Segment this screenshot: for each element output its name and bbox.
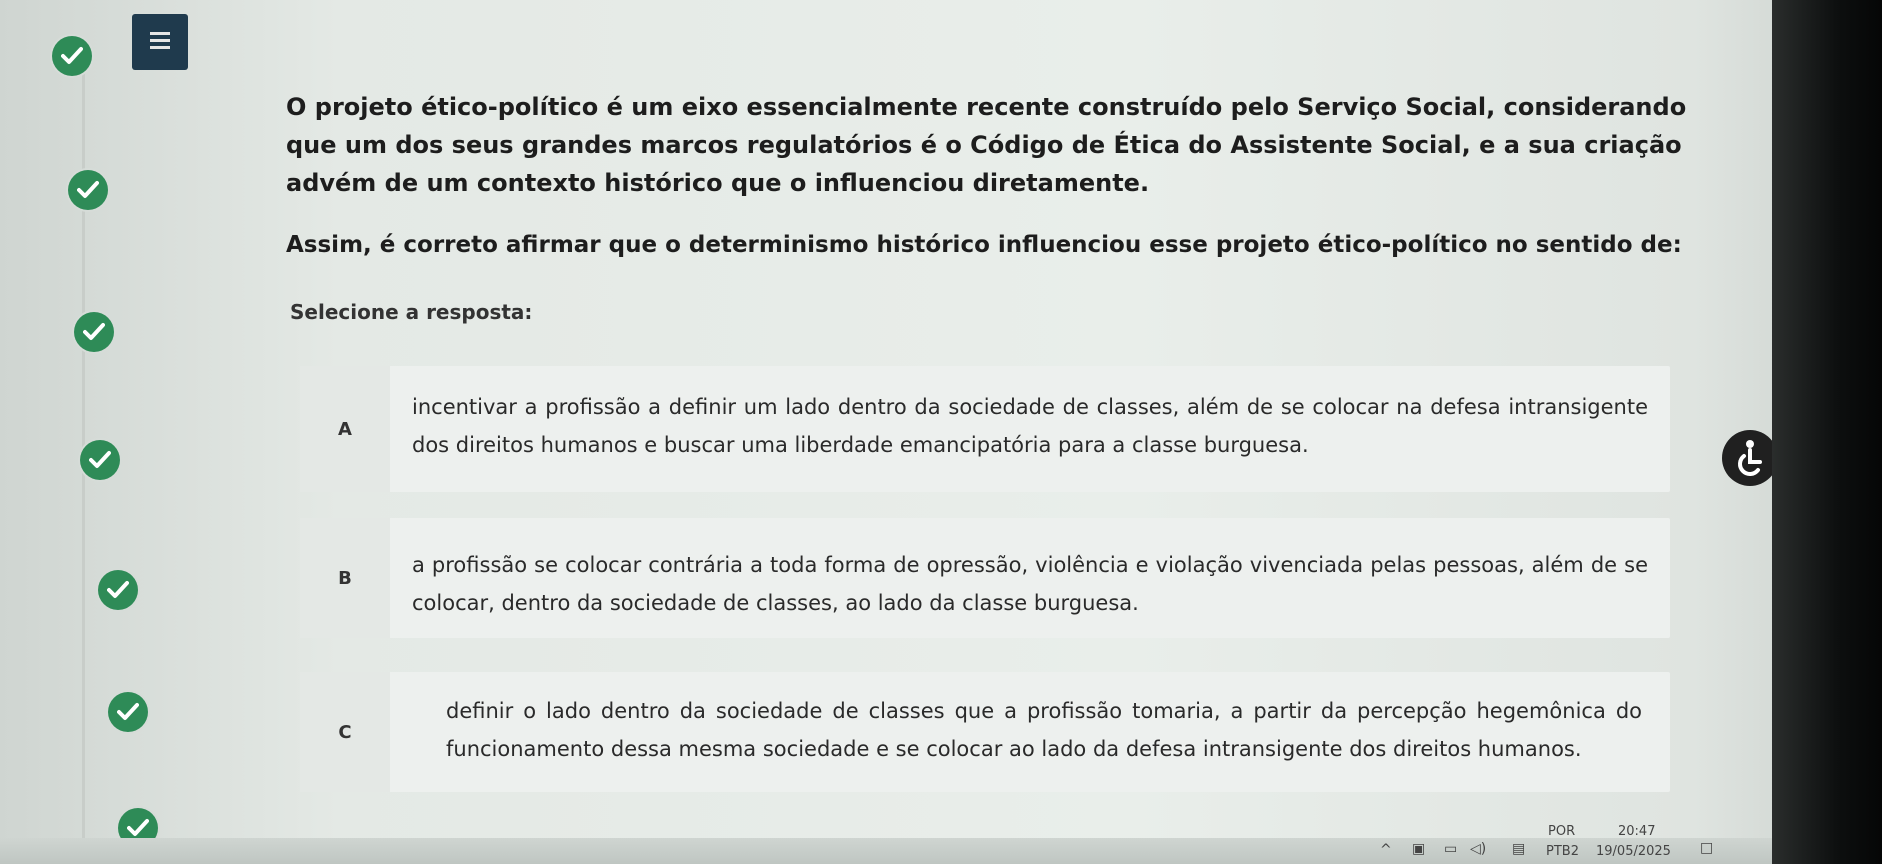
option-text: incentivar a profissão a definir um lado… [412, 395, 1648, 457]
menu-icon-bar [150, 39, 170, 42]
question-prompt: Assim, é correto afirmar que o determini… [286, 232, 1682, 258]
option-letter: B [300, 518, 390, 638]
check-icon[interactable] [80, 440, 120, 480]
chevron-up-icon[interactable]: ^ [1380, 842, 1392, 858]
menu-icon [150, 32, 170, 35]
clock-date[interactable]: 19/05/2025 [1596, 844, 1671, 859]
clock-time[interactable]: 20:47 [1618, 824, 1655, 839]
keyboard-icon[interactable]: ▤ [1512, 841, 1525, 857]
answer-option-c[interactable]: C definir o lado dentro da sociedade de … [300, 672, 1670, 792]
check-icon[interactable] [74, 312, 114, 352]
taskbar: ^ ▣ ▭ ◁) ▤ POR PTB2 20:47 19/05/2025 □ [0, 824, 1772, 864]
answer-option-a[interactable]: A incentivar a profissão a definir um la… [300, 366, 1670, 492]
keyboard-layout[interactable]: PTB2 [1546, 844, 1579, 859]
progress-track [82, 40, 85, 840]
option-letter: C [300, 672, 390, 792]
screen-bezel [1772, 0, 1882, 864]
check-icon[interactable] [98, 570, 138, 610]
menu-button[interactable] [132, 14, 188, 70]
check-icon[interactable] [68, 170, 108, 210]
input-language[interactable]: POR [1548, 824, 1575, 839]
option-letter: A [300, 366, 390, 492]
select-answer-label: Selecione a resposta: [290, 300, 533, 324]
notification-icon[interactable]: □ [1700, 840, 1713, 856]
option-text: definir o lado dentro da sociedade de cl… [446, 699, 1642, 761]
speaker-icon[interactable]: ◁) [1470, 841, 1486, 857]
option-text: a profissão se colocar contrária a toda … [412, 553, 1648, 615]
question-text: O projeto ético-político é um eixo essen… [286, 93, 1687, 197]
battery-icon[interactable]: ▭ [1444, 841, 1457, 857]
check-icon[interactable] [52, 36, 92, 76]
menu-icon-bar [150, 46, 170, 49]
answer-option-b[interactable]: B a profissão se colocar contrária a tod… [300, 518, 1670, 638]
accessibility-icon[interactable] [1722, 430, 1778, 486]
network-icon[interactable]: ▣ [1412, 841, 1425, 857]
check-icon[interactable] [108, 692, 148, 732]
